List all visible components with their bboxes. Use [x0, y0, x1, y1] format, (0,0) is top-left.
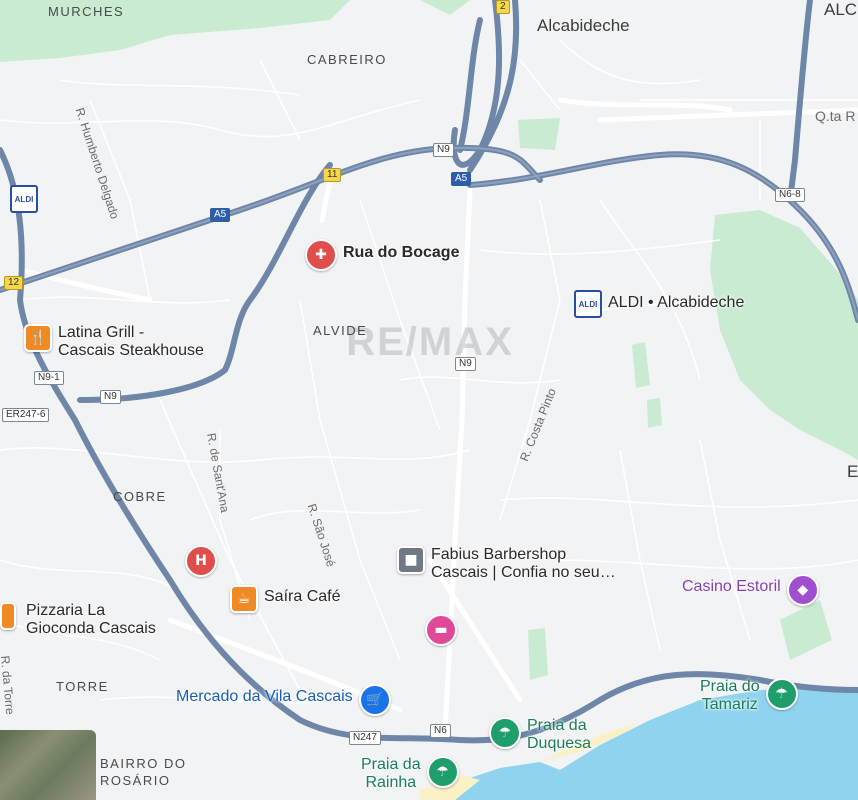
shield-n6-8: N6-8 [775, 188, 805, 202]
beach-umbrella-icon: ☂ [489, 717, 521, 749]
poi-rainha-label: Praia da Rainha [361, 756, 421, 792]
poi-tamariz-line1: Praia do [700, 678, 760, 695]
poi-latina-line1: Latina Grill - [58, 324, 145, 341]
poi-praia-rainha[interactable]: ☂ Praia da Rainha [361, 756, 459, 792]
park-small-1 [518, 118, 560, 150]
hospital-icon: H [185, 545, 217, 577]
poi-casino-estoril[interactable]: ◆ Casino Estoril [682, 574, 819, 606]
poi-mercado-vila[interactable]: 🛒 Mercado da Vila Cascais [176, 684, 391, 716]
area-cobre: COBRE [113, 489, 167, 504]
restaurant-icon [0, 602, 16, 630]
town-e-partial: E [847, 462, 858, 481]
beach-umbrella-icon: ☂ [765, 678, 798, 710]
poi-duquesa-line2: Duquesa [527, 735, 592, 752]
area-bairro-line1: BAIRRO DO [100, 756, 187, 771]
poi-rua-do-bocage[interactable]: ✚ Rua do Bocage [305, 239, 459, 271]
poi-rainha-line1: Praia da [361, 756, 421, 773]
shield-n9-1: N9-1 [34, 371, 64, 385]
town-alc-partial: ALC [824, 0, 858, 19]
aldi-logo-icon: ALDI [10, 185, 38, 213]
beach-umbrella-icon: ☂ [426, 756, 459, 788]
shield-2: 2 [496, 0, 510, 14]
poi-hotel[interactable]: ▬ [425, 614, 457, 646]
area-cabreiro: CABREIRO [307, 52, 387, 67]
restaurant-icon: 🍴 [24, 324, 52, 352]
poi-tamariz-line2: Tamariz [701, 696, 758, 713]
poi-duquesa-line1: Praia da [527, 717, 587, 734]
poi-pizzaria-line1: Pizzaria La [26, 602, 106, 619]
hotel-bed-icon: ▬ [425, 614, 457, 646]
shield-n9-left: N9 [100, 390, 121, 404]
poi-latina-line2: Cascais Steakhouse [58, 342, 204, 359]
satellite-layer-toggle[interactable] [0, 730, 96, 800]
shield-n247: N247 [349, 731, 381, 745]
barbershop-icon: ■ [397, 546, 425, 574]
park-small-4 [528, 628, 548, 680]
poi-latina-grill-label: Latina Grill - Cascais Steakhouse [58, 324, 204, 360]
poi-tamariz-label: Praia do Tamariz [700, 678, 760, 714]
poi-pizzaria-label: Pizzaria La Gioconda Cascais [26, 602, 156, 638]
poi-fabius-barbershop[interactable]: ■ Fabius Barbershop Cascais | Confia no … [397, 546, 616, 582]
poi-pizzaria-gioconda[interactable]: Pizzaria La Gioconda Cascais [0, 602, 156, 638]
street-qta: Q.ta R [815, 108, 856, 124]
shield-n9-mid: N9 [455, 357, 476, 371]
poi-fabius-line1: Fabius Barbershop [431, 546, 567, 563]
poi-saira-cafe-label: Saíra Café [264, 588, 341, 605]
pharmacy-icon: ✚ [305, 239, 337, 271]
shield-n9-top: N9 [433, 143, 454, 157]
poi-rua-do-bocage-label: Rua do Bocage [343, 244, 460, 261]
poi-latina-grill[interactable]: 🍴 Latina Grill - Cascais Steakhouse [24, 324, 204, 360]
poi-praia-duquesa[interactable]: ☂ Praia da Duquesa [489, 717, 591, 753]
shield-12: 12 [4, 276, 24, 290]
aldi-logo-icon: ALDI [574, 290, 602, 318]
area-murches: MURCHES [48, 4, 125, 19]
poi-fabius-label: Fabius Barbershop Cascais | Confia no se… [431, 546, 616, 582]
area-alvide: ALVIDE [313, 323, 368, 338]
cafe-icon: ☕ [230, 585, 258, 613]
poi-aldi-alcabideche-label: ALDI • Alcabideche [608, 294, 745, 311]
poi-casino-label: Casino Estoril [682, 578, 781, 595]
poi-aldi-alcabideche[interactable]: ALDI ALDI • Alcabideche [574, 290, 744, 318]
poi-duquesa-label: Praia da Duquesa [527, 717, 591, 753]
shield-er247-6: ER247-6 [2, 408, 50, 422]
shield-n6: N6 [430, 724, 451, 738]
park-small-3 [647, 398, 662, 428]
area-bairro-line2: ROSÁRIO [100, 773, 171, 788]
poi-rainha-line2: Rainha [365, 774, 417, 791]
shopping-cart-icon: 🛒 [358, 684, 391, 716]
poi-mercado-label: Mercado da Vila Cascais [176, 688, 353, 705]
poi-fabius-line2: Cascais | Confia no seu… [431, 564, 616, 581]
poi-aldi-west[interactable]: ALDI [10, 185, 38, 213]
poi-praia-tamariz[interactable]: ☂ Praia do Tamariz [700, 678, 798, 714]
casino-icon: ◆ [786, 574, 819, 606]
shield-a5-top: A5 [451, 172, 472, 186]
shield-11: 11 [323, 168, 342, 182]
map-canvas[interactable]: RE/MAX MURCHES CABREIRO ALVIDE COBRE TOR… [0, 0, 858, 800]
town-alcabideche: Alcabideche [537, 16, 630, 35]
poi-hospital[interactable]: H [185, 545, 217, 577]
poi-saira-cafe[interactable]: ☕ Saíra Café [230, 585, 340, 613]
area-torre: TORRE [56, 679, 109, 694]
shield-a5-left: A5 [210, 208, 231, 222]
poi-pizzaria-line2: Gioconda Cascais [26, 620, 156, 637]
